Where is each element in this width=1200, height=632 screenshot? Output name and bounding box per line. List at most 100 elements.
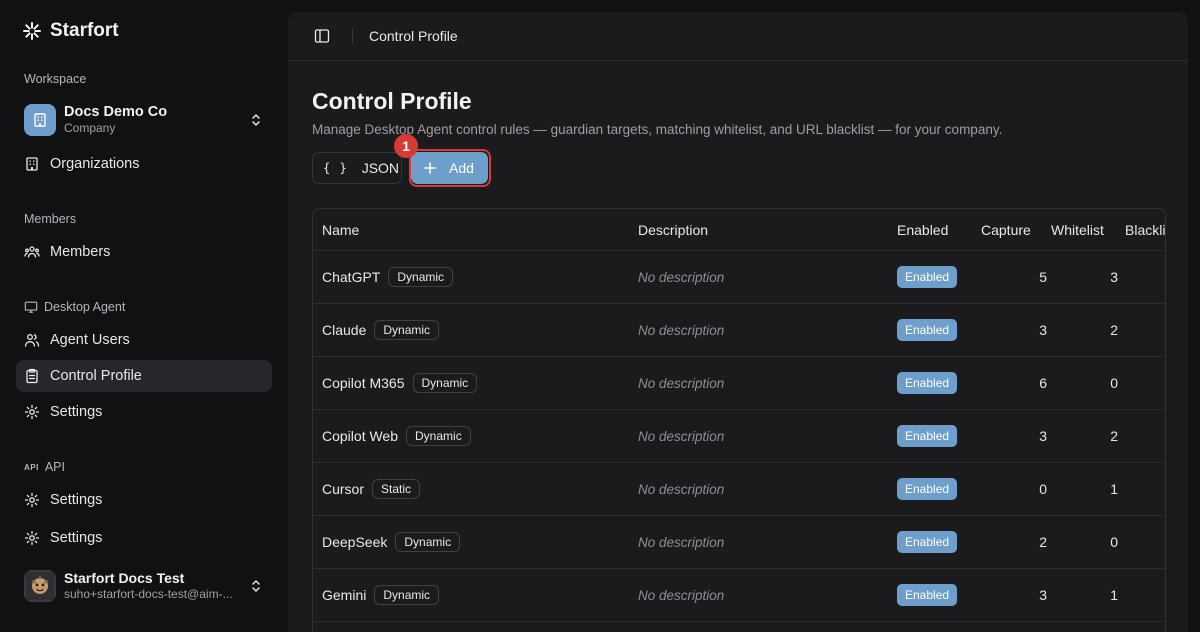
chevrons-up-down-icon	[252, 114, 260, 126]
blacklist-cell	[1121, 356, 1165, 410]
add-button[interactable]: Add	[411, 152, 488, 184]
capture-count: 2	[1039, 534, 1047, 550]
gear-icon	[24, 530, 40, 546]
type-tag: Dynamic	[388, 267, 454, 287]
building-icon	[24, 104, 56, 136]
sidebar-item-settings-api[interactable]: Settings	[16, 484, 272, 516]
column-header-whitelist[interactable]: Whitelist	[1051, 209, 1121, 251]
table-row[interactable]: DeepSeek Dynamic No description Enabled 2…	[313, 515, 1165, 569]
enabled-badge: Enabled	[897, 531, 958, 553]
sidebar-item-settings-desktop[interactable]: Settings	[16, 396, 272, 428]
profile-description: No description	[638, 376, 725, 391]
user-name: Starfort Docs Test	[64, 570, 185, 586]
capture-count: 3	[1039, 322, 1047, 338]
profile-name: Cursor	[322, 481, 365, 497]
capture-count: 0	[1039, 481, 1047, 497]
divider	[352, 29, 353, 43]
profile-name: ChatGPT	[322, 269, 381, 285]
table-header-row: Name Description Enabled Capture Whiteli…	[313, 209, 1165, 251]
json-button-label: JSON	[361, 160, 400, 176]
workspace-section-label: Workspace	[24, 72, 87, 86]
table-row[interactable]: Copilot M365 Dynamic No description Enabl…	[313, 356, 1165, 410]
enabled-badge: Enabled	[897, 319, 958, 341]
blacklist-cell	[1121, 462, 1165, 516]
sidebar-item-label: Organizations	[50, 156, 140, 172]
profile-name: DeepSeek	[322, 534, 388, 550]
whitelist-count: 1	[1110, 587, 1118, 603]
profile-description: No description	[638, 482, 725, 497]
type-tag: Dynamic	[412, 373, 478, 393]
desktop-agent-section-label: Desktop Agent	[24, 300, 125, 314]
control-profile-table: Name Description Enabled Capture Whiteli…	[312, 208, 1166, 632]
sidebar-item-agent-users[interactable]: Agent Users	[16, 324, 272, 356]
table-row[interactable]: Claude Dynamic No description Enabled 3 2	[313, 303, 1165, 357]
clipboard-icon	[26, 368, 38, 384]
sidebar-item-label: Settings	[50, 492, 103, 508]
table-row[interactable]: Gemini Dynamic No description Enabled 3 1	[313, 568, 1165, 622]
column-header-enabled[interactable]: Enabled	[897, 209, 977, 251]
capture-count: 3	[1039, 428, 1047, 444]
workspace-name: Docs Demo Co	[64, 104, 168, 120]
plus-icon	[424, 162, 436, 174]
workspace-switcher[interactable]: Docs Demo Co Company	[24, 104, 272, 136]
sidebar-item-settings[interactable]: Settings	[16, 522, 272, 554]
type-tag: Dynamic	[406, 426, 471, 446]
profile-name: Copilot Web	[322, 428, 399, 444]
table-row[interactable]: Copilot Web Dynamic No description Enable…	[313, 409, 1165, 463]
api-badge-icon: API	[24, 462, 39, 472]
members-section-label: Members	[24, 212, 77, 226]
blacklist-cell	[1121, 303, 1165, 357]
whitelist-count: 0	[1110, 534, 1118, 550]
braces-icon: { }	[323, 161, 348, 175]
profile-description: No description	[638, 323, 725, 338]
whitelist-count: 0	[1110, 375, 1118, 391]
monitor-icon	[24, 301, 38, 313]
step-number-badge: 1	[394, 134, 418, 158]
section-label-text: API	[44, 460, 65, 474]
table-row[interactable]: Cursor Static No description Enabled 0 1	[313, 462, 1165, 516]
enabled-badge: Enabled	[897, 478, 958, 500]
gear-icon	[24, 404, 40, 420]
type-tag: Dynamic	[395, 532, 461, 552]
profile-name: Claude	[322, 322, 367, 338]
json-button[interactable]: { } JSON	[312, 152, 402, 184]
sidebar-item-label: Settings	[50, 530, 103, 546]
blacklist-cell	[1121, 515, 1165, 569]
page-description: Manage Desktop Agent control rules — gua…	[312, 122, 1003, 137]
column-header-capture[interactable]: Capture	[977, 209, 1051, 251]
type-tag: Static	[372, 479, 421, 499]
blacklist-cell	[1121, 568, 1165, 622]
brand-name: Starfort	[50, 20, 119, 41]
sidebar-item-organizations[interactable]: Organizations	[16, 148, 272, 180]
column-header-name[interactable]: Name	[313, 209, 638, 251]
enabled-badge: Enabled	[897, 584, 958, 606]
sidebar-item-members[interactable]: Members	[16, 236, 272, 268]
page-title: Control Profile	[312, 88, 472, 114]
chevrons-up-down-icon	[252, 580, 260, 592]
blacklist-cell	[1121, 409, 1165, 463]
user-menu[interactable]: Starfort Docs Test suho+starfort-docs-te…	[24, 570, 272, 602]
main-panel: Control Profile Control Profile Manage D…	[288, 12, 1188, 632]
sidebar-toggle-icon[interactable]	[314, 28, 330, 44]
section-label-text: Desktop Agent	[44, 300, 126, 314]
sidebar-item-control-profile[interactable]: Control Profile	[16, 360, 272, 392]
profile-description: No description	[638, 270, 725, 285]
sidebar: Starfort Workspace Docs Demo Co Company …	[0, 0, 288, 626]
column-header-blacklist[interactable]: Blacklist	[1121, 209, 1165, 251]
capture-count: 5	[1039, 269, 1047, 285]
user-email: suho+starfort-docs-test@aim-...	[64, 587, 233, 601]
type-tag: Dynamic	[374, 585, 440, 605]
topbar: Control Profile	[288, 12, 1188, 61]
whitelist-count: 2	[1110, 428, 1118, 444]
column-header-description[interactable]: Description	[638, 209, 897, 251]
brand[interactable]: Starfort	[22, 20, 119, 42]
enabled-badge: Enabled	[897, 266, 958, 288]
profile-description: No description	[638, 588, 725, 603]
enabled-badge: Enabled	[897, 372, 958, 394]
profile-name: Copilot M365	[322, 375, 405, 391]
table-row[interactable]: ChatGPT Dynamic No description Enabled 5 …	[313, 250, 1165, 304]
blacklist-cell	[1121, 250, 1165, 304]
profile-description: No description	[638, 429, 725, 444]
gear-icon	[24, 492, 40, 508]
capture-count: 6	[1039, 375, 1047, 391]
